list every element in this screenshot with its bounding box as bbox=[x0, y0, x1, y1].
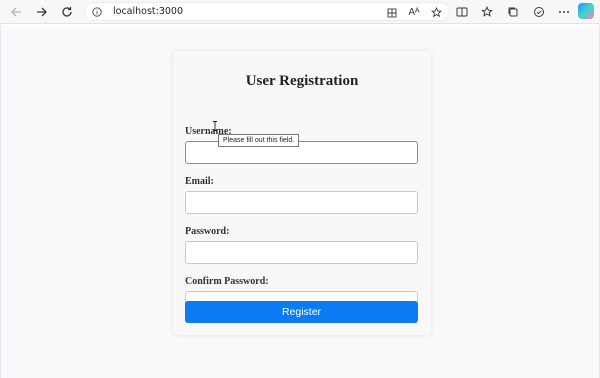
password-input[interactable] bbox=[185, 241, 418, 264]
favorites-icon[interactable] bbox=[477, 2, 497, 22]
form-title: User Registration bbox=[245, 73, 359, 89]
extensions-icon[interactable] bbox=[529, 2, 549, 22]
browser-toolbar: localhost:3000 Aᴬ bbox=[0, 0, 600, 24]
email-label: Email: bbox=[185, 176, 214, 187]
more-icon[interactable] bbox=[554, 2, 574, 22]
url-text[interactable]: localhost:3000 bbox=[113, 5, 183, 19]
forward-icon[interactable] bbox=[32, 2, 52, 22]
confirm-password-label: Confirm Password: bbox=[185, 276, 269, 287]
registration-form: User Registration Username: Please fill … bbox=[173, 51, 431, 335]
refresh-icon[interactable] bbox=[57, 2, 77, 22]
split-screen-icon[interactable] bbox=[381, 3, 403, 22]
validation-tooltip: Please fill out this field. bbox=[218, 134, 300, 147]
copilot-icon[interactable] bbox=[578, 3, 594, 19]
address-bar[interactable]: localhost:3000 Aᴬ bbox=[84, 2, 450, 21]
register-button[interactable]: Register bbox=[185, 301, 418, 323]
split-tab-icon[interactable] bbox=[452, 2, 472, 22]
text-cursor-icon bbox=[213, 121, 217, 131]
email-input[interactable] bbox=[185, 191, 418, 214]
password-label: Password: bbox=[185, 226, 230, 237]
collections-icon[interactable] bbox=[503, 2, 523, 22]
read-aloud-icon[interactable]: Aᴬ bbox=[403, 3, 425, 22]
page-viewport: User Registration Username: Please fill … bbox=[0, 25, 600, 378]
address-bar-actions: Aᴬ bbox=[381, 3, 447, 22]
info-icon[interactable] bbox=[91, 6, 103, 18]
favorite-icon[interactable] bbox=[425, 3, 447, 22]
back-icon[interactable] bbox=[6, 2, 26, 22]
